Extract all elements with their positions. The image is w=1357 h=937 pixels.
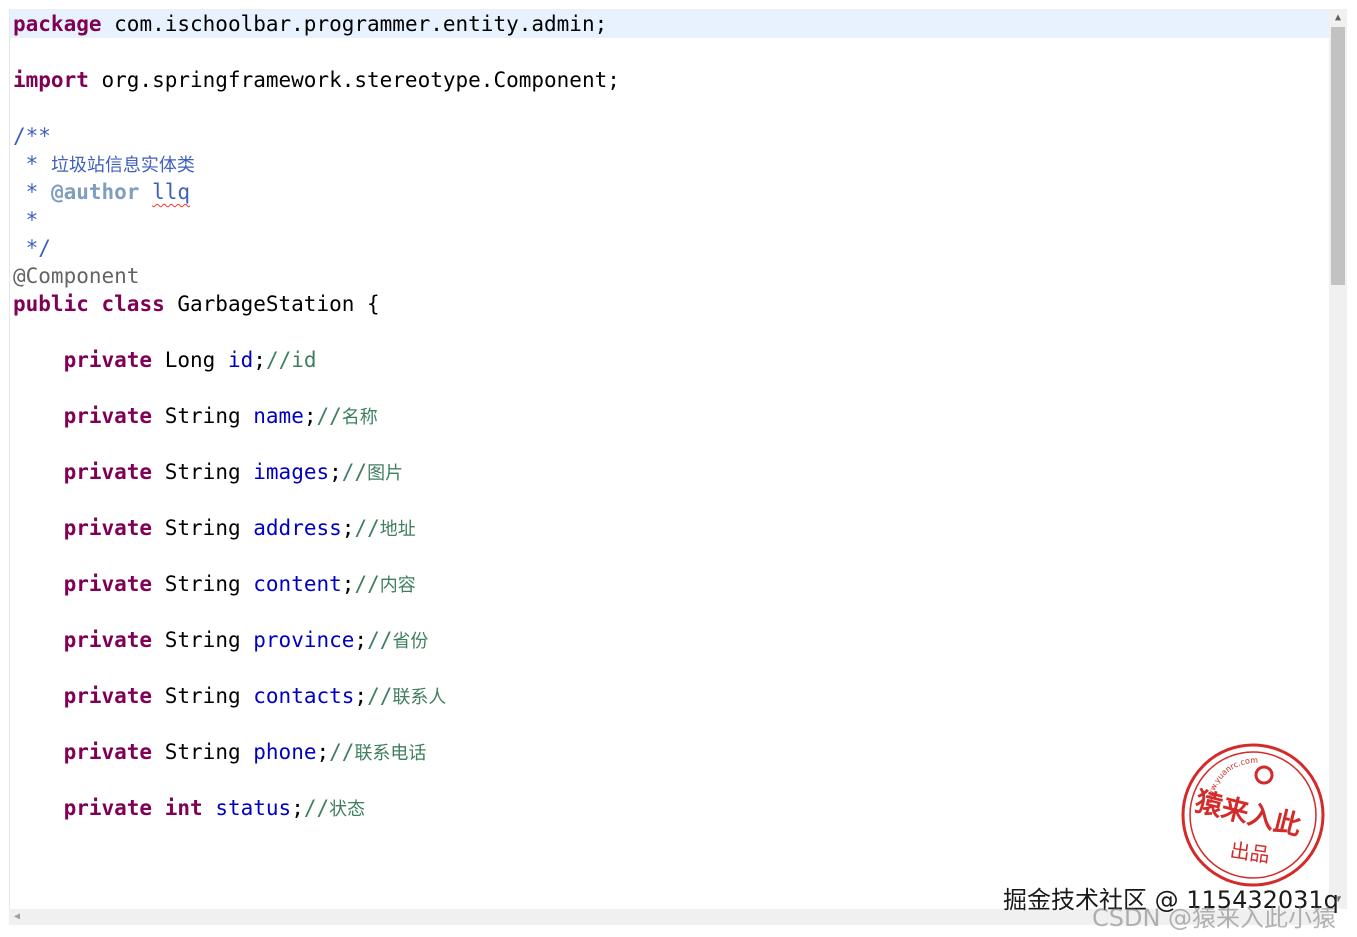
field-name: status xyxy=(215,796,292,820)
field-type: Long xyxy=(164,348,216,372)
field-line[interactable]: private String address;//地址 xyxy=(10,514,1330,542)
field-type: String xyxy=(164,516,241,540)
field-type: String xyxy=(164,460,241,484)
javadoc-author-line: * @author llq xyxy=(10,178,1330,206)
field-line[interactable]: private String images;//图片 xyxy=(10,458,1330,486)
field-name: id xyxy=(227,348,254,372)
stamp-main: 猿来入此 xyxy=(1191,786,1304,842)
class-name: GarbageStation { xyxy=(164,292,380,316)
keyword-private: private xyxy=(63,684,153,708)
field-line[interactable]: private String name;//名称 xyxy=(10,402,1330,430)
class-declaration[interactable]: public class GarbageStation { xyxy=(10,290,1330,318)
csdn-watermark: CSDN @猿来入此小猿 xyxy=(1092,904,1337,932)
javadoc-description-line: * 垃圾站信息实体类 xyxy=(10,150,1330,178)
field-line[interactable]: private String province;//省份 xyxy=(10,626,1330,654)
package-name: com.ischoolbar.programmer.entity.admin; xyxy=(101,12,608,36)
keyword-private: private xyxy=(63,348,153,372)
comment-prefix: // xyxy=(354,572,380,596)
annotation-component: @Component xyxy=(13,264,140,288)
field-comment: 联系人 xyxy=(392,687,447,708)
comment-prefix: // xyxy=(303,796,330,820)
javadoc-blank: * xyxy=(13,208,39,232)
seal-stamp-icon: www.yuanrc.com 猿来入此 出品 xyxy=(1181,743,1325,887)
javadoc-close: */ xyxy=(13,236,51,260)
javadoc-star: * xyxy=(13,152,51,176)
field-line[interactable]: private String contacts;//联系人 xyxy=(10,682,1330,710)
comment-prefix: // xyxy=(316,404,342,428)
keyword-package: package xyxy=(13,12,102,36)
comment-prefix: // xyxy=(329,740,355,764)
field-line[interactable]: private int status;//状态 xyxy=(10,794,1330,822)
vertical-scrollbar[interactable]: ▲ ▼ xyxy=(1329,9,1347,909)
scroll-up-icon[interactable]: ▲ xyxy=(1329,9,1347,27)
field-line[interactable]: private String content;//内容 xyxy=(10,570,1330,598)
field-line[interactable]: private String phone;//联系电话 xyxy=(10,738,1330,766)
field-comment: 联系电话 xyxy=(354,743,427,764)
field-type: String xyxy=(164,572,241,596)
field-name: contacts xyxy=(253,684,355,708)
field-type: String xyxy=(164,740,241,764)
code-line-package[interactable]: package com.ischoolbar.programmer.entity… xyxy=(10,10,1330,38)
scrollbar-thumb[interactable] xyxy=(1331,27,1345,285)
keyword-public: public xyxy=(13,292,89,316)
field-type: String xyxy=(164,684,241,708)
field-type: String xyxy=(164,628,241,652)
keyword-private: private xyxy=(63,516,153,540)
field-name: province xyxy=(253,628,355,652)
stamp-sub: 出品 xyxy=(1228,838,1271,867)
apple-icon xyxy=(1254,765,1274,785)
javadoc-author-name: llq xyxy=(152,180,191,204)
scroll-left-icon[interactable]: ◀ xyxy=(9,909,25,925)
field-comment: 名称 xyxy=(341,407,378,428)
keyword-import: import xyxy=(13,68,89,92)
comment-prefix: // xyxy=(367,628,393,652)
field-line[interactable]: private Long id;//id xyxy=(10,346,1330,374)
field-name: images xyxy=(253,460,330,484)
javadoc-open: /** xyxy=(13,124,51,148)
field-name: content xyxy=(253,572,342,596)
javadoc-description: 垃圾站信息实体类 xyxy=(50,155,195,176)
keyword-private: private xyxy=(63,460,153,484)
code-editor[interactable]: package com.ischoolbar.programmer.entity… xyxy=(9,9,1330,910)
field-comment: 状态 xyxy=(329,799,366,820)
import-name: org.springframework.stereotype.Component… xyxy=(88,68,620,92)
keyword-private: private xyxy=(63,740,153,764)
code-line-import[interactable]: import org.springframework.stereotype.Co… xyxy=(10,66,1330,94)
field-name: phone xyxy=(253,740,317,764)
comment-prefix: // xyxy=(367,684,393,708)
field-name: name xyxy=(253,404,304,428)
field-comment: 图片 xyxy=(367,463,404,484)
comment-prefix: // xyxy=(354,516,380,540)
field-comment: 内容 xyxy=(379,575,416,596)
field-type: String xyxy=(164,404,241,428)
javadoc-author-tag: @author xyxy=(50,180,140,204)
keyword-private: private xyxy=(63,404,153,428)
keyword-private: private xyxy=(63,572,153,596)
field-comment: //id xyxy=(265,348,317,372)
field-comment: 省份 xyxy=(392,631,429,652)
field-name: address xyxy=(253,516,342,540)
keyword-class: class xyxy=(101,292,165,316)
keyword-private: private xyxy=(63,628,153,652)
keyword-private: private xyxy=(63,796,153,820)
javadoc-star: * xyxy=(13,180,51,204)
field-comment: 地址 xyxy=(379,519,416,540)
comment-prefix: // xyxy=(341,460,368,484)
field-type: int xyxy=(164,796,203,820)
